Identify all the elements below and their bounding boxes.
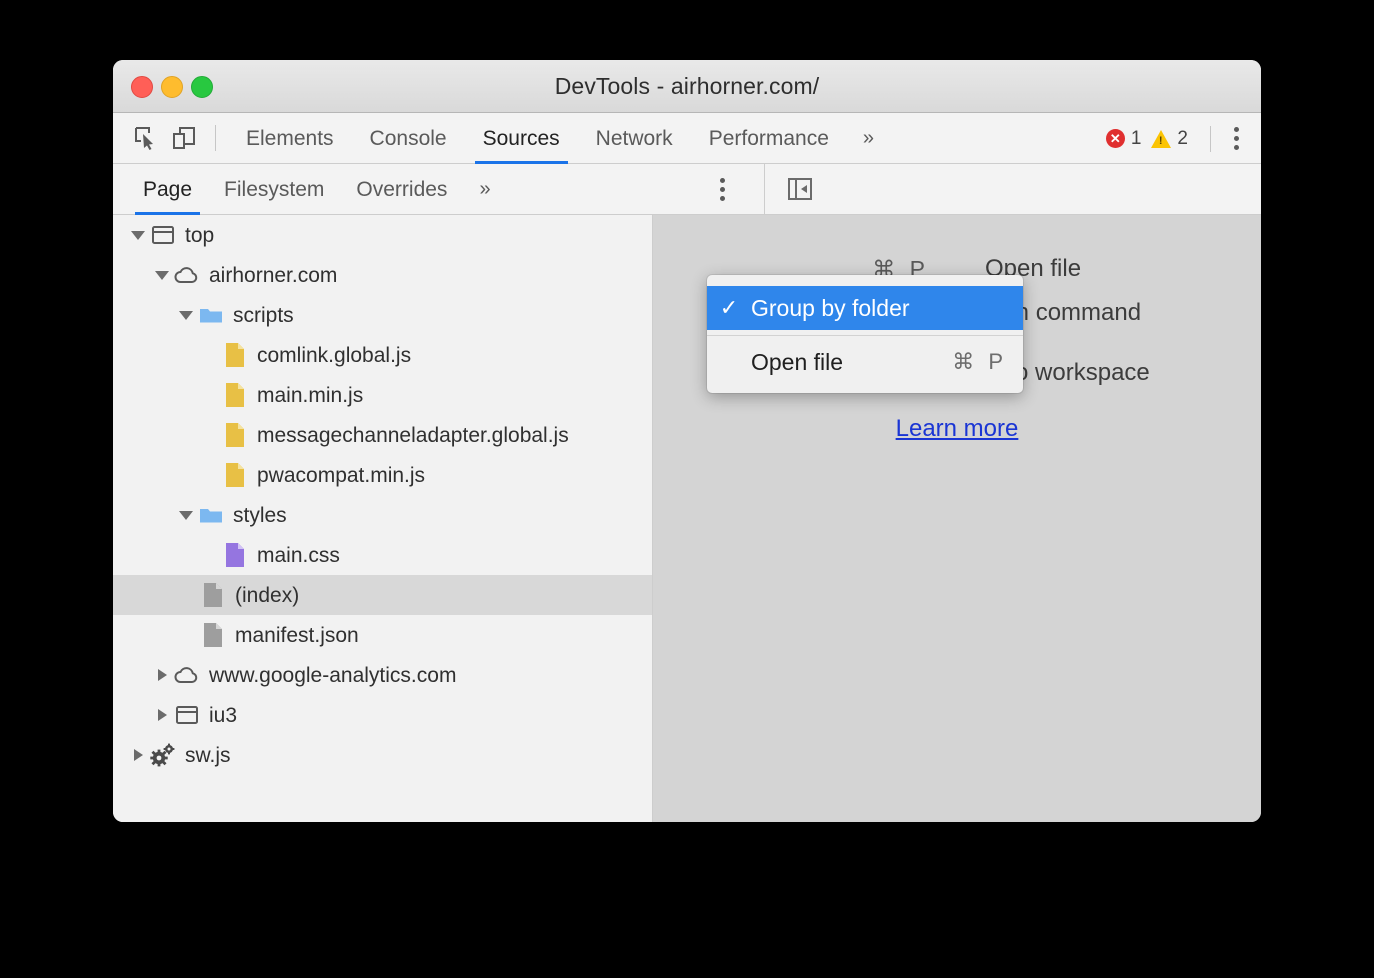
tree-item-label: www.google-analytics.com	[209, 665, 456, 686]
toolbar-divider-right	[1210, 126, 1211, 152]
warning-triangle-icon: !	[1151, 130, 1171, 148]
warning-count: 2	[1177, 128, 1188, 150]
js-file-icon	[221, 381, 249, 409]
learn-more-link[interactable]: Learn more	[896, 415, 1019, 443]
tree-item-label: messagechanneladapter.global.js	[257, 425, 569, 446]
tree-item-label: top	[185, 225, 214, 246]
traffic-lights	[131, 76, 213, 98]
js-file-icon	[221, 341, 249, 369]
tree-item-main-min-js[interactable]: main.min.js	[113, 375, 652, 415]
tree-item-airhorner-com[interactable]: airhorner.com	[113, 255, 652, 295]
tree-item-styles[interactable]: styles	[113, 495, 652, 535]
navigator-tab-page[interactable]: Page	[127, 164, 208, 215]
tab-sources[interactable]: Sources	[465, 113, 578, 164]
minimize-window-button[interactable]	[161, 76, 183, 98]
tree-item-index[interactable]: (index)	[113, 575, 652, 615]
navigator-options-context-menu[interactable]: ✓ Group by folder Open file ⌘ P	[707, 275, 1023, 393]
menu-item-label: Open file	[751, 349, 940, 376]
tab-elements[interactable]: Elements	[228, 113, 352, 164]
tree-item-label: comlink.global.js	[257, 345, 411, 366]
main-menu-kebab-icon[interactable]	[1223, 122, 1249, 156]
more-panels-icon[interactable]: »	[847, 127, 888, 150]
menu-item-label: Group by folder	[751, 295, 995, 322]
tree-item-label: main.min.js	[257, 385, 363, 406]
tree-item-label: airhorner.com	[209, 265, 337, 286]
tree-item-iu3[interactable]: iu3	[113, 695, 652, 735]
device-toolbar-icon[interactable]	[167, 121, 201, 155]
error-count: 1	[1131, 128, 1142, 150]
sources-body: top airhorner.com scripts	[113, 215, 1261, 822]
navigator-editor-divider	[764, 164, 765, 214]
tree-item-label: main.css	[257, 545, 340, 566]
navigator-tab-overrides[interactable]: Overrides	[340, 164, 463, 215]
toolbar-status-area: ✕ 1 ! 2	[1106, 113, 1249, 164]
tree-item-top[interactable]: top	[113, 215, 652, 255]
frame-icon	[173, 701, 201, 729]
document-file-icon	[199, 621, 227, 649]
inspect-element-icon[interactable]	[129, 121, 163, 155]
folder-icon	[197, 301, 225, 329]
twisty-down-icon[interactable]	[127, 231, 149, 240]
twisty-down-icon[interactable]	[151, 271, 173, 280]
zoom-window-button[interactable]	[191, 76, 213, 98]
devtools-window: DevTools - airhorner.com/ Elements Conso…	[113, 60, 1261, 822]
frame-icon	[149, 221, 177, 249]
folder-icon	[197, 501, 225, 529]
js-file-icon	[221, 461, 249, 489]
twisty-right-icon[interactable]	[151, 709, 173, 721]
navigator-toolbar: Page Filesystem Overrides »	[113, 164, 1261, 215]
twisty-down-icon[interactable]	[175, 311, 197, 320]
tab-performance[interactable]: Performance	[691, 113, 847, 164]
tree-item-label: styles	[233, 505, 287, 526]
warning-counter[interactable]: ! 2	[1151, 128, 1188, 150]
navigator-file-tree[interactable]: top airhorner.com scripts	[113, 215, 653, 822]
tree-item-label: (index)	[235, 585, 299, 606]
css-file-icon	[221, 541, 249, 569]
menu-separator	[707, 335, 1023, 336]
document-file-icon	[199, 581, 227, 609]
navigator-options-kebab-icon[interactable]	[709, 172, 735, 206]
toolbar-divider	[215, 125, 216, 151]
navigator-tab-filesystem[interactable]: Filesystem	[208, 164, 340, 215]
close-window-button[interactable]	[131, 76, 153, 98]
twisty-right-icon[interactable]	[127, 749, 149, 761]
js-file-icon	[221, 421, 249, 449]
tab-console[interactable]: Console	[352, 113, 465, 164]
twisty-right-icon[interactable]	[151, 669, 173, 681]
error-counter[interactable]: ✕ 1	[1106, 128, 1142, 150]
service-worker-icon	[149, 741, 177, 769]
cloud-icon	[173, 261, 201, 289]
tree-item-sw-js[interactable]: sw.js	[113, 735, 652, 775]
tab-network[interactable]: Network	[578, 113, 691, 164]
title-bar: DevTools - airhorner.com/	[113, 60, 1261, 113]
more-navigator-tabs-icon[interactable]: »	[463, 178, 504, 201]
tree-item-main-css[interactable]: main.css	[113, 535, 652, 575]
tree-item-pwacompat-min-js[interactable]: pwacompat.min.js	[113, 455, 652, 495]
tree-item-label: scripts	[233, 305, 294, 326]
cloud-icon	[173, 661, 201, 689]
menu-item-group-by-folder[interactable]: ✓ Group by folder	[707, 286, 1023, 330]
checkmark-icon: ✓	[707, 295, 751, 321]
devtools-panel-toolbar: Elements Console Sources Network Perform…	[113, 113, 1261, 164]
tree-item-messagechanneladapter-global-js[interactable]: messagechanneladapter.global.js	[113, 415, 652, 455]
menu-item-open-file[interactable]: Open file ⌘ P	[707, 340, 1023, 384]
tree-item-label: manifest.json	[235, 625, 359, 646]
tree-item-www-google-analytics-com[interactable]: www.google-analytics.com	[113, 655, 652, 695]
window-title: DevTools - airhorner.com/	[113, 73, 1261, 100]
tree-item-scripts[interactable]: scripts	[113, 295, 652, 335]
menu-item-shortcut: ⌘ P	[940, 349, 1007, 375]
tree-item-manifest-json[interactable]: manifest.json	[113, 615, 652, 655]
twisty-down-icon[interactable]	[175, 511, 197, 520]
tree-item-label: sw.js	[185, 745, 231, 766]
tree-item-label: iu3	[209, 705, 237, 726]
collapse-sidebar-icon[interactable]	[785, 175, 815, 203]
tree-item-label: pwacompat.min.js	[257, 465, 425, 486]
tree-item-comlink-global-js[interactable]: comlink.global.js	[113, 335, 652, 375]
error-circle-icon: ✕	[1106, 129, 1125, 148]
